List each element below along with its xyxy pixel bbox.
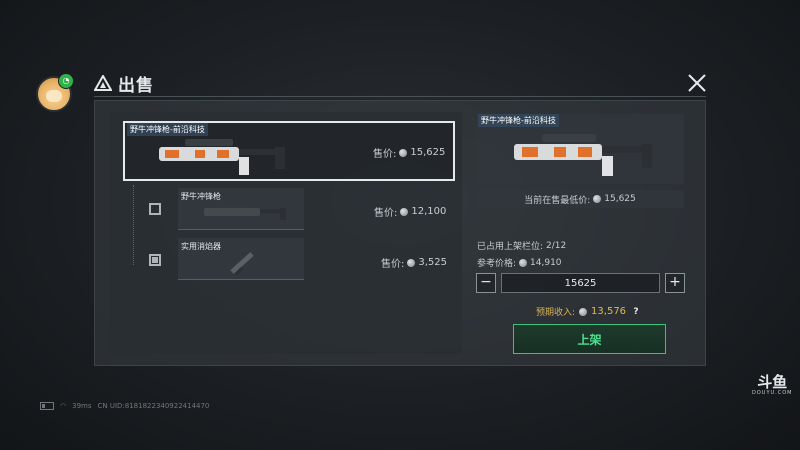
sub-item-name: 野牛冲锋枪 bbox=[181, 192, 221, 201]
coin-icon bbox=[399, 148, 408, 157]
slots-value: 2/12 bbox=[546, 240, 567, 251]
expected-income: 预期收入: 13,576 ? bbox=[536, 305, 642, 318]
income-label: 预期收入: bbox=[536, 308, 576, 318]
tree-connector bbox=[133, 185, 135, 265]
list-for-sale-button[interactable]: 上架 bbox=[513, 324, 666, 354]
sub-item-card[interactable]: 野牛冲锋枪 bbox=[178, 188, 304, 230]
slots-label: 已占用上架栏位: bbox=[477, 242, 544, 252]
coin-icon bbox=[593, 195, 602, 203]
flash-hider-image bbox=[230, 252, 254, 276]
ping-value: 39ms bbox=[72, 402, 92, 410]
price-label: 售价: bbox=[373, 149, 397, 160]
price-label: 售价: bbox=[374, 208, 398, 219]
help-icon[interactable]: ? bbox=[630, 306, 642, 318]
increase-button[interactable]: + bbox=[665, 273, 685, 293]
lowest-price-value: 15,625 bbox=[604, 194, 636, 204]
coin-icon bbox=[519, 258, 528, 267]
wifi-icon: ◔ bbox=[58, 73, 74, 89]
item-preview: 野牛冲锋枪-前沿科技 bbox=[476, 114, 684, 184]
douyu-watermark: 斗鱼 DOUYU.COM bbox=[752, 374, 793, 396]
preview-item-name: 野牛冲锋枪-前沿科技 bbox=[478, 114, 559, 127]
price-stepper: − + bbox=[476, 273, 685, 293]
watermark-en: DOUYU.COM bbox=[752, 390, 793, 396]
title-divider bbox=[94, 96, 706, 97]
coin-icon bbox=[407, 258, 416, 267]
close-icon[interactable] bbox=[686, 72, 708, 94]
smg-weapon-image bbox=[159, 139, 285, 175]
battery-icon bbox=[40, 402, 54, 410]
sub-item-underline bbox=[178, 229, 304, 230]
delta-logo-icon bbox=[94, 75, 112, 91]
checkbox-fill bbox=[152, 257, 158, 263]
price-input[interactable] bbox=[501, 273, 660, 293]
item-price: 售价: 15,625 bbox=[373, 145, 445, 160]
user-uid: CN UID:8181822340922414470 bbox=[97, 402, 210, 410]
watermark-cn: 斗鱼 bbox=[757, 373, 788, 391]
item-card-main[interactable]: 野牛冲锋枪-前沿科技 售价: 15,625 bbox=[123, 121, 455, 181]
smg-weapon-preview-image bbox=[514, 134, 652, 176]
checkbox-sub-item-2[interactable] bbox=[149, 254, 161, 266]
decrease-button[interactable]: − bbox=[476, 273, 496, 293]
income-value: 13,576 bbox=[591, 306, 627, 317]
lowest-price-row: 当前在售最低价: 15,625 bbox=[476, 190, 684, 208]
reference-price: 参考价格: 14,910 bbox=[477, 256, 562, 270]
sub-item-card[interactable]: 实用消焰器 bbox=[178, 238, 304, 280]
status-bar: ◠ 39ms CN UID:8181822340922414470 bbox=[40, 402, 209, 410]
lowest-price-label: 当前在售最低价: bbox=[524, 195, 591, 206]
avatar-face bbox=[46, 90, 62, 102]
coin-icon bbox=[400, 207, 409, 216]
dialog-header: 出售 bbox=[94, 72, 154, 96]
sub-item-price: 售价: 12,100 bbox=[374, 204, 446, 219]
ref-price-label: 参考价格: bbox=[477, 259, 517, 269]
ref-price-value: 14,910 bbox=[530, 257, 562, 268]
sub-item-name: 实用消焰器 bbox=[181, 242, 221, 251]
page-title: 出售 bbox=[118, 75, 154, 96]
price-value: 3,525 bbox=[418, 257, 448, 268]
price-value: 15,625 bbox=[410, 147, 446, 158]
sub-item-price: 售价: 3,525 bbox=[381, 255, 447, 270]
checkbox-sub-item-1[interactable] bbox=[149, 203, 161, 215]
sub-item-underline bbox=[178, 279, 304, 280]
smg-base-image bbox=[204, 204, 286, 220]
price-label: 售价: bbox=[381, 259, 405, 270]
listing-slots: 已占用上架栏位: 2/12 bbox=[477, 239, 567, 253]
price-value: 12,100 bbox=[411, 206, 447, 217]
coin-icon bbox=[579, 307, 588, 316]
wifi-signal-icon: ◠ bbox=[60, 402, 67, 410]
